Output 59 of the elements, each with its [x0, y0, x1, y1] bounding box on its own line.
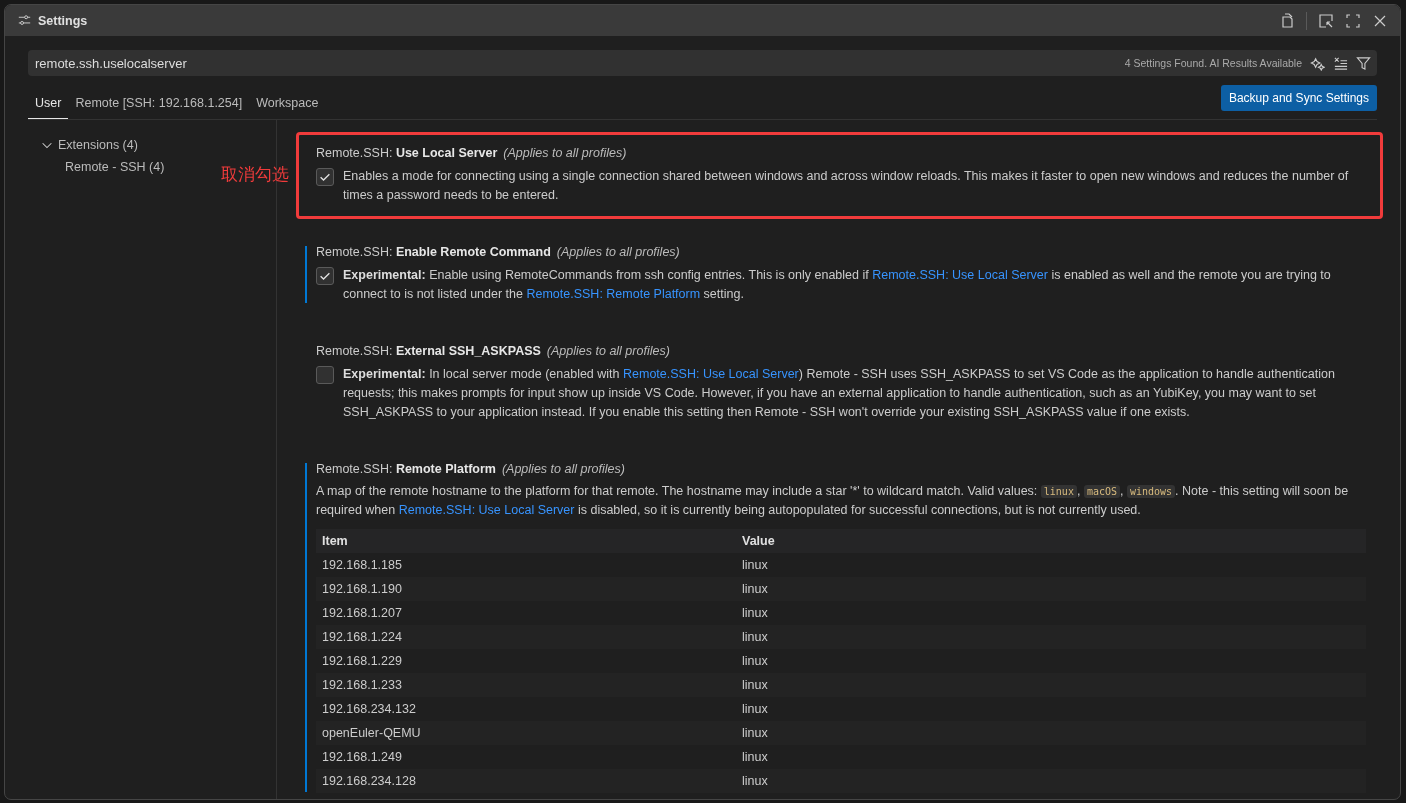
column-header: Value [736, 529, 1366, 553]
table-cell: 192.168.1.185 [316, 553, 736, 577]
setting-scope: (Applies to all profiles) [546, 343, 670, 360]
select-window-icon[interactable] [1318, 12, 1334, 29]
setting-scope: (Applies to all profiles) [503, 145, 627, 162]
checkbox[interactable] [316, 366, 334, 384]
table-cell: linux [736, 697, 1366, 721]
scope-tab[interactable]: Remote [SSH: 192.168.1.254] [68, 90, 250, 119]
open-file-icon[interactable] [1279, 12, 1295, 29]
setting-title: Remote.SSH: Use Local Server [316, 145, 498, 162]
table-cell: linux [736, 625, 1366, 649]
table-cell: linux [736, 673, 1366, 697]
result-count: 4 Settings Found. AI Results Available [1124, 57, 1302, 69]
table-cell: linux [736, 577, 1366, 601]
toc-label[interactable]: Extensions (4) [58, 138, 138, 152]
setting-scope: (Applies to all profiles) [501, 461, 625, 478]
setting-description: Experimental: In local server mode (enabled with Remote.SSH: Use Local Server) Remote - SSH uses SSH_ASKPASS to set VS Code as the application to handle authentication requests; this makes prompts for input show up inside VS Code. However, if you have an external application to handle authentication, such as an YubiKey, you may want to set SSH_ASKPASS to your application instead. If you enable this setting then Remote - SSH won't override your existing SSH_ASKPASS value if one exists. [343, 366, 1336, 421]
setting-link[interactable]: Remote.SSH: Use Local Server [398, 503, 575, 517]
table-cell: 192.168.1.224 [316, 625, 736, 649]
setting-title: Remote.SSH: Enable Remote Command [316, 244, 551, 261]
table-cell: 192.168.1.190 [316, 577, 736, 601]
checkbox[interactable] [316, 267, 334, 285]
table-cell: linux [736, 745, 1366, 769]
search-field[interactable]: remote.ssh.uselocalserver 4 Settings Found. AI Results Available [28, 50, 1377, 76]
table-cell: 192.168.234.132 [316, 697, 736, 721]
setting-title: Remote.SSH: Remote Platform [316, 461, 496, 478]
toc-item[interactable]: Remote - SSH (4) [65, 156, 165, 178]
setting-link[interactable]: Remote.SSH: Remote Platform [526, 287, 701, 301]
table-cell: 192.168.1.207 [316, 601, 736, 625]
sync-button[interactable]: Backup and Sync Settings [1220, 85, 1377, 111]
scope-tab[interactable]: Workspace [249, 90, 326, 119]
scope-tab[interactable]: User [28, 90, 69, 119]
annotation-label: 取消勾选 [221, 164, 289, 186]
setting-title: Remote.SSH: External SSH_ASKPASS [316, 343, 541, 360]
checkbox[interactable] [316, 168, 334, 186]
setting-description: Enables a mode for connecting using a single connection shared between windows and across window reloads. This makes it faster to open new windows and reduces the number of times a password needs to be entered. [343, 168, 1350, 204]
table-cell: linux [736, 553, 1366, 577]
table-cell: linux [736, 601, 1366, 625]
sparkle-icon[interactable] [1310, 55, 1325, 71]
setting-description: Experimental: Enable using RemoteCommands from ssh config entries. This is only enabled if Remote.SSH: Use Local Server is enabled as well and the remote you are trying to connect to is not listed under the Remote.SSH: Remote Platform setting. [343, 267, 1332, 303]
filter-icon[interactable] [1356, 55, 1371, 71]
column-header: Item [316, 529, 736, 553]
setting-link[interactable]: Remote.SSH: Use Local Server [623, 367, 799, 381]
clear-filter-icon[interactable] [1333, 55, 1348, 71]
setting-description: A map of the remote hostname to the platform for that remote. The hostname may include a star '*' to wildcard match. Valid values: linux , macOS , windows . Note - this setting will soon be required when Remote.SSH: Use Local Server is disabled, so it is currently being autopopulated for successful connections, but is not currently used. [316, 483, 1350, 519]
setting-link[interactable]: Remote.SSH: Use Local Server [872, 268, 1048, 282]
search-value[interactable]: remote.ssh.uselocalserver [35, 55, 1117, 71]
setting-scope: (Applies to all profiles) [556, 244, 680, 261]
table-cell: openEuler-QEMU [316, 721, 736, 745]
table-cell: 192.168.234.128 [316, 769, 736, 793]
fullscreen-icon[interactable] [1345, 12, 1361, 29]
window-title: Settings [38, 13, 89, 28]
table-cell: linux [736, 769, 1366, 793]
table-cell: linux [736, 649, 1366, 673]
table-cell: 192.168.1.249 [316, 745, 736, 769]
table-cell: linux [736, 721, 1366, 745]
table-cell: 192.168.1.233 [316, 673, 736, 697]
settings-sliders-icon [18, 14, 31, 27]
table-cell: 192.168.1.229 [316, 649, 736, 673]
